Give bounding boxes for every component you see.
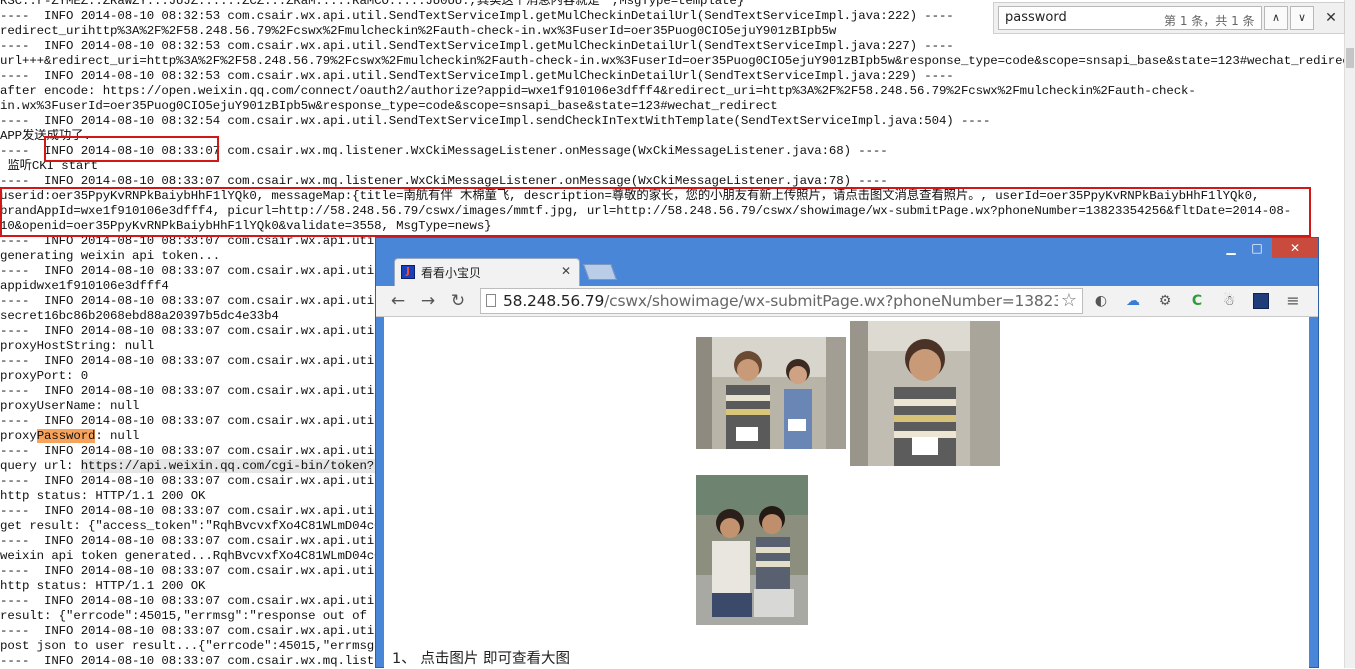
find-next-button[interactable]: ∨ xyxy=(1290,6,1314,30)
favicon-icon: J xyxy=(401,265,415,279)
arrow-right-icon: → xyxy=(420,291,436,311)
new-tab-button[interactable] xyxy=(583,264,617,280)
window-close-button[interactable]: ✕ xyxy=(1272,238,1318,258)
log-scrollbar[interactable] xyxy=(1344,0,1355,668)
log-line: in.wx%3FuserId=oer35Puog0CIO5ejuY901zBIp… xyxy=(0,99,778,113)
find-bar: password 第 1 条，共 1 条 ∧ ∨ ✕ xyxy=(993,2,1345,34)
forward-button[interactable]: → xyxy=(416,289,440,313)
annotation-box-message xyxy=(0,187,1311,237)
selected-url-text: https://api.weixin.qq.com/cgi-bin/token?… xyxy=(80,459,389,473)
gear-extension-icon[interactable]: ⚙ xyxy=(1155,291,1175,311)
maximize-icon: □ xyxy=(1251,241,1263,255)
browser-window: ▁ □ ✕ J 看看小宝贝 ✕ ← → ↻ 58.248.56.79/cswx/… xyxy=(375,237,1319,669)
page-caption: 1、 点击图片 即可查看大图 xyxy=(392,651,570,667)
photo-children-3[interactable] xyxy=(696,475,808,625)
box-extension-icon[interactable] xyxy=(1251,291,1271,311)
menu-icon[interactable]: ≡ xyxy=(1283,291,1303,311)
url-path: /cswx/showimage/wx-submitPage.wx?phoneNu… xyxy=(604,292,1063,310)
page-icon xyxy=(486,294,496,307)
photo-children-1[interactable] xyxy=(696,337,846,449)
tab-title: 看看小宝贝 xyxy=(421,266,482,280)
find-match-count: 第 1 条，共 1 条 xyxy=(1164,14,1255,28)
minimize-button[interactable]: ▁ xyxy=(1218,238,1244,258)
globe-extension-icon[interactable]: ◐ xyxy=(1091,291,1111,311)
photo-children-2[interactable] xyxy=(850,321,1000,466)
log-line: ---- INFO 2014-08-10 08:32:53 com.csair.… xyxy=(0,69,954,83)
maximize-button[interactable]: □ xyxy=(1244,238,1270,258)
bookmark-star-icon[interactable]: ☆ xyxy=(1058,290,1080,311)
log-line: after encode: https://open.weixin.qq.com… xyxy=(0,84,1196,98)
log-line-text: proxy xyxy=(0,429,37,443)
minimize-icon: ▁ xyxy=(1226,241,1236,255)
reload-button[interactable]: ↻ xyxy=(446,289,470,313)
c-extension-icon[interactable]: C xyxy=(1187,291,1207,311)
annotation-box-timestamp xyxy=(44,136,219,162)
scrollbar-thumb[interactable] xyxy=(1346,48,1354,68)
log-line-text: : null xyxy=(95,429,140,443)
find-close-button[interactable]: ✕ xyxy=(1322,9,1340,27)
chevron-up-icon: ∧ xyxy=(1271,11,1281,24)
browser-toolbar: ← → ↻ 58.248.56.79/cswx/showimage/wx-sub… xyxy=(376,286,1318,317)
close-icon: ✕ xyxy=(560,264,571,278)
tab-close-button[interactable]: ✕ xyxy=(561,264,571,278)
log-line: url+++&redirect_uri=http%3A%2F%2F58.248.… xyxy=(0,54,1345,68)
reload-icon: ↻ xyxy=(450,291,466,311)
cloud-extension-icon[interactable]: ☁ xyxy=(1123,291,1143,311)
address-bar[interactable]: 58.248.56.79/cswx/showimage/wx-submitPag… xyxy=(480,288,1083,314)
browser-tab[interactable]: J 看看小宝贝 ✕ xyxy=(394,258,580,286)
find-previous-button[interactable]: ∧ xyxy=(1264,6,1288,30)
search-match-highlight: Password xyxy=(36,429,96,443)
alien-extension-icon[interactable]: ☃ xyxy=(1219,291,1239,311)
log-line: ---- INFO 2014-08-10 08:32:54 com.csair.… xyxy=(0,114,991,128)
url-text[interactable]: 58.248.56.79/cswx/showimage/wx-submitPag… xyxy=(503,292,1063,310)
log-line-text: query url: xyxy=(0,459,81,473)
arrow-left-icon: ← xyxy=(390,291,406,311)
log-line: ---- INFO 2014-08-10 08:32:53 com.csair.… xyxy=(0,39,954,53)
close-icon: ✕ xyxy=(1325,10,1337,26)
url-host: 58.248.56.79 xyxy=(503,292,605,310)
page-content: 1、 点击图片 即可查看大图 xyxy=(384,317,1309,669)
chevron-down-icon: ∨ xyxy=(1297,11,1307,24)
back-button[interactable]: ← xyxy=(386,289,410,313)
close-icon: ✕ xyxy=(1289,241,1301,255)
